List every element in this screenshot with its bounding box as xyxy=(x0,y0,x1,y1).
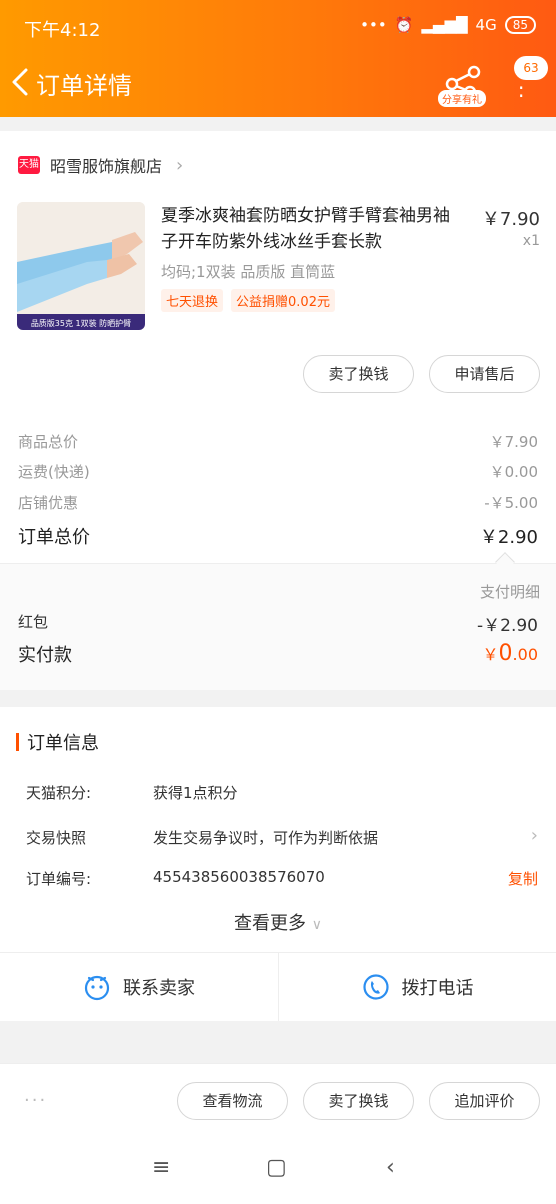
tag-seven-day-return: 七天退换 xyxy=(161,289,224,312)
home-icon[interactable]: ▢ xyxy=(266,1155,287,1180)
order-total-label: 订单总价 xyxy=(18,527,90,548)
chevron-right-icon: › xyxy=(176,154,184,176)
points-value: 获得1点积分 xyxy=(153,784,238,802)
shipping-label: 运费(快递) xyxy=(18,463,90,481)
order-total-row: 订单总价 ￥2.90 xyxy=(18,523,538,549)
app-header: 下午4:12 ••• ⏰ ▂▄▆█ 4G 85 订单详情 分享有礼 63 · · xyxy=(0,0,556,117)
see-more-label: 查看更多 xyxy=(234,913,306,934)
chevron-right-icon: › xyxy=(530,825,538,846)
contact-seller-label: 联系卖家 xyxy=(123,978,195,999)
nav-bar: 订单详情 分享有礼 63 · · xyxy=(0,52,556,117)
status-time: 下午4:12 xyxy=(24,20,101,41)
tmall-badge: 天猫 xyxy=(18,156,40,174)
back-nav-icon[interactable]: ‹ xyxy=(386,1155,395,1180)
goods-total-row: 商品总价 ￥7.90 xyxy=(18,431,538,452)
goods-total-value: ￥7.90 xyxy=(489,433,538,451)
add-review-button[interactable]: 追加评价 xyxy=(429,1082,540,1120)
store-name: 昭雪服饰旗舰店 xyxy=(50,157,163,176)
view-logistics-button[interactable]: 查看物流 xyxy=(177,1082,288,1120)
battery-icon: 85 xyxy=(504,16,536,34)
product-image-caption: 品质版35克 1双装 防晒护臂 xyxy=(31,318,131,328)
order-total-value: ￥2.90 xyxy=(479,527,538,548)
actual-paid-symbol: ￥ xyxy=(482,645,499,664)
chevron-down-icon: ∨ xyxy=(311,917,322,933)
actual-paid-int: 0 xyxy=(498,641,513,666)
product-title[interactable]: 夏季冰爽袖套防晒女护臂手臂套袖男袖子开车防紫外线冰丝手套长款 xyxy=(161,203,461,255)
alarm-icon: ⏰ xyxy=(394,16,414,34)
copy-button[interactable]: 复制 xyxy=(508,868,538,889)
snapshot-value: 发生交易争议时，可作为判断依据 xyxy=(153,829,379,847)
status-bar: 下午4:12 ••• ⏰ ▂▄▆█ 4G 85 xyxy=(0,0,556,52)
product-tags: 七天退换 公益捐赠0.02元 xyxy=(161,289,335,312)
bottom-action-bar: ··· 查看物流 卖了换钱 追加评价 xyxy=(0,1063,556,1137)
payment-detail-label: 支付明细 xyxy=(479,583,540,601)
red-packet-value: -￥2.90 xyxy=(477,616,538,636)
signal-icon: ▂▄▆█ xyxy=(421,16,468,34)
product-image[interactable]: 品质版35克 1双装 防晒护臂 xyxy=(17,202,145,330)
sell-for-cash-button[interactable]: 卖了换钱 xyxy=(303,355,414,393)
store-discount-value: -￥5.00 xyxy=(484,494,538,512)
page-title: 订单详情 xyxy=(36,72,132,100)
product-sku: 均码;1双装 品质版 直筒蓝 xyxy=(161,263,336,281)
contact-seller-button[interactable]: 联系卖家 xyxy=(0,953,278,1021)
more-status-icon: ••• xyxy=(360,16,387,34)
shipping-value: ￥0.00 xyxy=(489,463,538,481)
actual-paid-label: 实付款 xyxy=(18,645,72,666)
shipping-row: 运费(快递) ￥0.00 xyxy=(18,461,538,482)
order-info-heading: 订单信息 xyxy=(16,729,99,755)
product-qty: x1 xyxy=(522,233,540,249)
store-discount-label: 店铺优惠 xyxy=(18,494,79,512)
back-icon[interactable] xyxy=(8,64,32,100)
red-packet-row: 红包 -￥2.90 xyxy=(18,611,538,636)
system-nav-bar: ≡ ▢ ‹ xyxy=(0,1137,556,1204)
see-more-button[interactable]: 查看更多 ∨ xyxy=(0,909,556,935)
snapshot-label: 交易快照 xyxy=(26,829,87,847)
arm-sleeve-illustration: 品质版35克 1双装 防晒护臂 xyxy=(17,202,145,330)
actual-paid-value: ￥0.00 xyxy=(483,641,538,667)
tag-charity: 公益捐赠0.02元 xyxy=(231,289,335,312)
goods-total-label: 商品总价 xyxy=(18,433,79,451)
more-actions-icon[interactable]: ··· xyxy=(24,1090,47,1111)
order-info-title: 订单信息 xyxy=(27,733,99,754)
accent-bar xyxy=(16,733,19,751)
store-discount-row: 店铺优惠 -￥5.00 xyxy=(18,492,538,513)
order-number-label: 订单编号: xyxy=(26,870,92,888)
more-menu-icon[interactable]: · · xyxy=(518,78,526,106)
after-sale-button[interactable]: 申请售后 xyxy=(429,355,540,393)
call-button[interactable]: 拨打电话 xyxy=(278,953,556,1021)
status-icons: ••• ⏰ ▂▄▆█ 4G 85 xyxy=(360,16,536,34)
order-info-card: 订单信息 天猫积分: 获得1点积分 交易快照 发生交易争议时，可作为判断依据 ›… xyxy=(0,707,556,1021)
share-label[interactable]: 分享有礼 xyxy=(438,90,486,107)
sell-for-cash-button-bottom[interactable]: 卖了换钱 xyxy=(303,1082,414,1120)
order-number-value: 455438560038576070 xyxy=(153,868,325,886)
actual-paid-dec: .00 xyxy=(512,645,538,664)
red-packet-label: 红包 xyxy=(18,613,49,631)
chat-smile-icon xyxy=(84,975,110,1001)
network-type: 4G xyxy=(475,16,497,34)
phone-icon xyxy=(362,974,389,1000)
actual-paid-row: 实付款 ￥0.00 xyxy=(18,641,538,667)
points-label: 天猫积分: xyxy=(26,784,92,802)
product-price: ￥7.90 xyxy=(481,209,540,230)
store-link[interactable]: 天猫 昭雪服饰旗舰店 › xyxy=(18,153,183,177)
order-product-card: 天猫 昭雪服饰旗舰店 › 品质版35克 1双装 防晒护臂 夏季冰爽袖套防晒女护臂… xyxy=(0,131,556,690)
menu-icon[interactable]: ≡ xyxy=(152,1155,170,1180)
call-label: 拨打电话 xyxy=(401,978,474,999)
